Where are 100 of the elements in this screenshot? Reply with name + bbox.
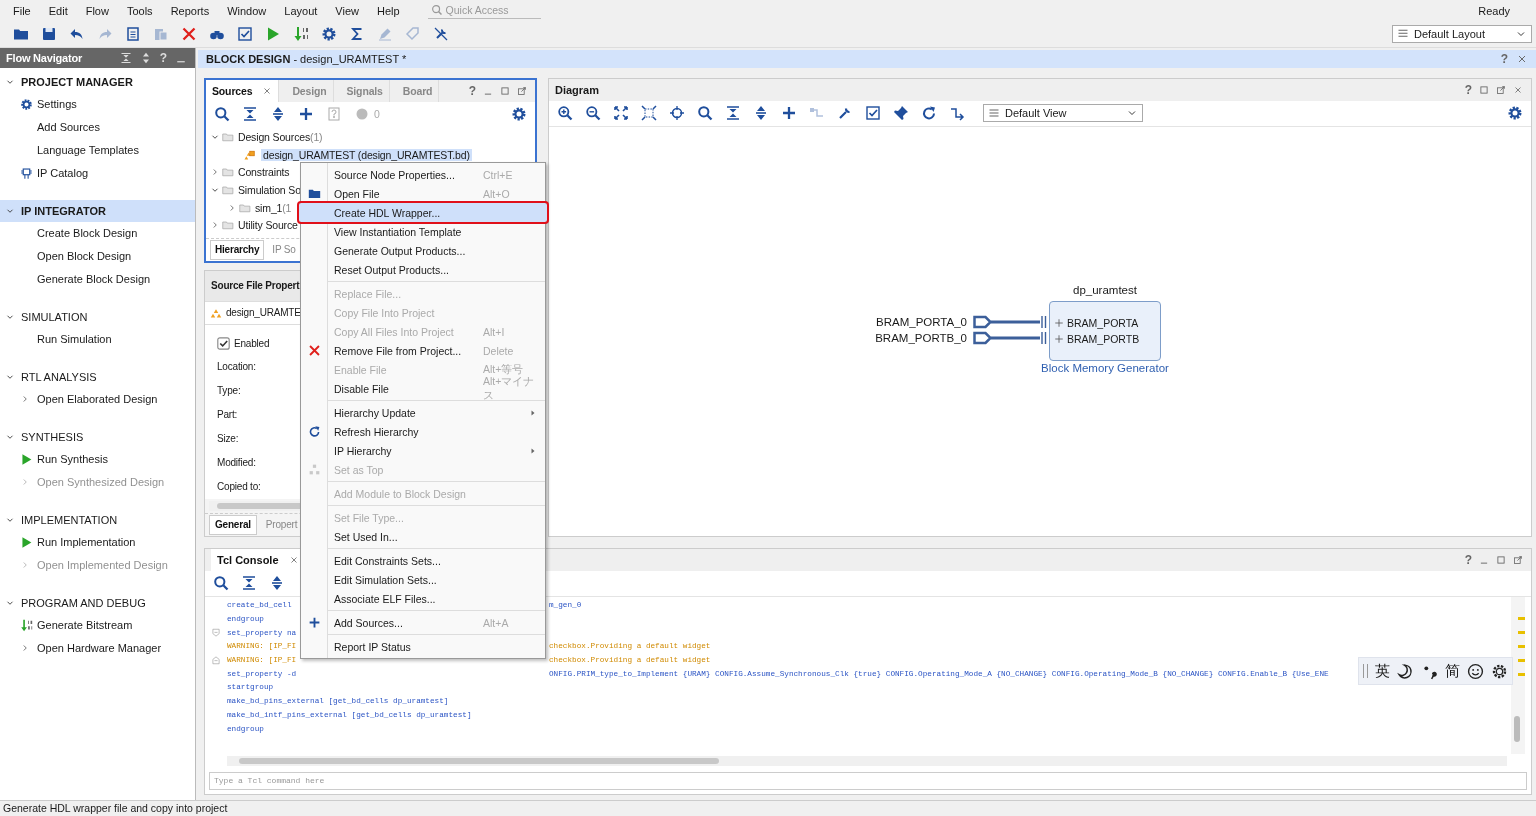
nav-item[interactable]: Run Synthesis [0, 447, 195, 471]
section-header[interactable]: PROGRAM AND DEBUG [0, 591, 195, 614]
nav-item[interactable]: Open Block Design [0, 244, 195, 268]
wire[interactable] [991, 330, 1047, 345]
crosshair-icon[interactable] [669, 105, 685, 121]
collapse-all-icon[interactable] [725, 105, 741, 121]
close-icon[interactable] [1513, 84, 1523, 95]
help-button[interactable]: ? [468, 83, 476, 98]
search-icon[interactable] [697, 105, 713, 121]
tab[interactable]: General [209, 514, 257, 535]
search-icon[interactable] [214, 106, 230, 122]
ime-mode-button[interactable]: 英 [1375, 661, 1390, 681]
external-port-icon[interactable] [973, 331, 993, 344]
settings-icon[interactable] [1507, 105, 1523, 121]
menu-item[interactable]: Reset Output Products... [301, 260, 545, 279]
help-button[interactable]: ? [1464, 552, 1472, 567]
expand-all-icon[interactable] [269, 575, 285, 591]
fold-marker-icon[interactable] [211, 627, 221, 638]
tab[interactable]: IP So [268, 240, 300, 259]
tab[interactable]: Sources [206, 79, 280, 102]
help-button[interactable]: ? [1464, 82, 1472, 97]
bitstream-icon[interactable] [293, 25, 309, 42]
copy-icon[interactable] [125, 25, 141, 42]
search-icon[interactable] [213, 575, 229, 591]
menu-item[interactable]: Flow [77, 4, 117, 17]
tree-item[interactable]: design_URAMTEST (design_URAMTEST.bd) [261, 148, 472, 161]
plus-icon[interactable] [781, 105, 797, 121]
expand-all-icon[interactable] [270, 106, 286, 122]
menu-item[interactable]: Associate ELF Files... [301, 589, 545, 608]
menu-item[interactable]: Add Sources... Alt+A [301, 613, 545, 632]
scrollbar[interactable] [1511, 596, 1525, 754]
menu-item[interactable]: Reports [162, 4, 218, 17]
menu-item[interactable]: Help [368, 4, 408, 17]
save-icon[interactable] [41, 25, 57, 42]
fit-view-icon[interactable] [613, 105, 629, 121]
menu-item[interactable]: Refresh Hierarchy [301, 422, 545, 441]
section-header[interactable]: IP INTEGRATOR [0, 199, 195, 222]
menu-item[interactable]: Edit Simulation Sets... [301, 570, 545, 589]
menu-item[interactable]: Hierarchy Update [301, 403, 545, 422]
close-icon[interactable] [262, 85, 273, 96]
nav-item[interactable]: Generate Block Design [0, 267, 195, 291]
collapse-all-icon[interactable] [241, 575, 257, 591]
menu-item[interactable]: File [5, 4, 39, 17]
menu-item[interactable]: Source Node Properties... Ctrl+E [301, 165, 545, 184]
help-button[interactable]: ? [1500, 51, 1508, 66]
plus-icon[interactable] [298, 106, 314, 122]
play-icon[interactable] [265, 25, 281, 42]
zoom-area-icon[interactable] [641, 105, 657, 121]
menu-item[interactable]: Generate Output Products... [301, 241, 545, 260]
smiley-icon[interactable] [1467, 662, 1484, 680]
fold-marker-icon[interactable] [211, 655, 221, 666]
nav-item[interactable]: Create Block Design [0, 221, 195, 245]
moon-icon[interactable] [1397, 662, 1414, 680]
wrench-icon[interactable] [837, 105, 853, 121]
nav-item[interactable]: IP Catalog [0, 161, 195, 185]
settings-icon[interactable] [511, 106, 527, 122]
nav-item[interactable]: Open Hardware Manager [0, 636, 195, 660]
view-dropdown[interactable]: Default View [983, 104, 1143, 122]
section-header[interactable]: SIMULATION [0, 305, 195, 328]
menu-item[interactable]: Remove File from Project... Delete [301, 341, 545, 360]
tree-item[interactable]: Design Sources(1) [236, 131, 325, 144]
menu-item[interactable]: IP Hierarchy [301, 441, 545, 460]
settings-icon[interactable] [1491, 662, 1508, 680]
float-window-icon[interactable] [1496, 84, 1506, 95]
menu-item[interactable]: Edit [40, 4, 76, 17]
float-window-icon[interactable] [1513, 554, 1523, 565]
pin-icon[interactable] [893, 105, 909, 121]
help-button[interactable]: ? [159, 50, 167, 65]
nav-item[interactable]: Language Templates [0, 138, 195, 162]
crossed-wrench-icon[interactable] [433, 25, 449, 42]
settings-icon[interactable] [321, 25, 337, 42]
nav-item[interactable]: Settings [0, 92, 195, 116]
route-icon[interactable] [949, 105, 965, 121]
tab[interactable]: Hierarchy [210, 239, 265, 260]
checkbox-icon[interactable] [865, 105, 881, 121]
close-icon[interactable] [288, 554, 299, 565]
zoom-in-icon[interactable] [557, 105, 573, 121]
menu-item[interactable]: Report IP Status [301, 637, 545, 656]
menu-item[interactable]: View [327, 4, 367, 17]
tree-item[interactable]: Utility Source [236, 219, 300, 232]
refresh-icon[interactable] [921, 105, 937, 121]
menu-item[interactable]: Layout [276, 4, 326, 17]
collapse-all-icon[interactable] [242, 106, 258, 122]
checkbox[interactable] [217, 337, 230, 350]
section-header[interactable]: RTL ANALYSIS [0, 365, 195, 388]
tree-item[interactable]: sim_1(1 [253, 201, 294, 214]
menu-item[interactable]: Set Used In... [301, 527, 545, 546]
expand-all-icon[interactable] [753, 105, 769, 121]
menu-item[interactable]: Open File Alt+O [301, 184, 545, 203]
delete-icon[interactable] [181, 25, 197, 42]
section-header[interactable]: PROJECT MANAGER [0, 70, 195, 93]
ime-mode-button[interactable]: 简 [1445, 661, 1460, 681]
quick-access-field[interactable]: Quick Access [427, 2, 541, 19]
nav-item[interactable]: Run Implementation [0, 530, 195, 554]
scrollbar[interactable] [227, 755, 1507, 766]
nav-item[interactable]: Run Simulation [0, 327, 195, 351]
external-port-icon[interactable] [973, 315, 993, 328]
menu-item[interactable]: Window [219, 4, 275, 17]
section-header[interactable]: IMPLEMENTATION [0, 508, 195, 531]
nav-item[interactable]: Open Elaborated Design [0, 387, 195, 411]
